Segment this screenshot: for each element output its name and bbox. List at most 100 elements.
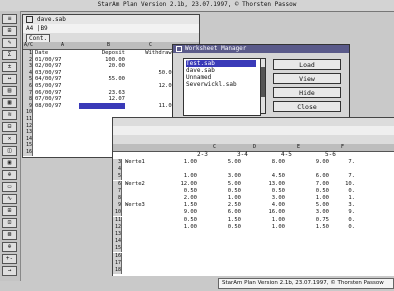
row-label[interactable]: Werte2: [125, 181, 159, 188]
table-cell[interactable]: 1.00: [161, 173, 197, 180]
table-cell[interactable]: 0.50: [161, 217, 197, 224]
table-cell[interactable]: 9.00: [161, 209, 197, 216]
worksheet-list-item[interactable]: Severwickl.sab: [186, 81, 256, 88]
table-cell[interactable]: 6.00: [205, 209, 241, 216]
column-header-a[interactable]: A: [61, 42, 64, 48]
table-cell[interactable]: [293, 245, 329, 252]
row-label[interactable]: [125, 173, 159, 180]
table-cell[interactable]: 0.: [335, 217, 355, 224]
column-header[interactable]: F: [341, 144, 344, 150]
table-cell[interactable]: 12.00: [161, 181, 197, 188]
toolbar-button-13-icon[interactable]: ▣: [2, 158, 17, 168]
table-cell[interactable]: 9.: [335, 209, 355, 216]
row-label[interactable]: Werte3: [125, 202, 159, 209]
sheet2-grid[interactable]: 3 Werte1 1.00 5.00 8.00 9.00 7. 4 5 1.00 3.00 4.50 6…: [113, 159, 394, 276]
table-cell[interactable]: [205, 267, 241, 274]
table-cell[interactable]: 16.00: [249, 209, 285, 216]
table-cell[interactable]: 1.00: [205, 195, 241, 202]
row-label[interactable]: [125, 253, 159, 260]
table-cell[interactable]: 5.00: [293, 202, 329, 209]
table-cell[interactable]: 4.50: [249, 173, 285, 180]
table-cell[interactable]: [335, 238, 355, 245]
row-label[interactable]: [125, 195, 159, 202]
column-header[interactable]: E: [297, 144, 300, 150]
row-number[interactable]: 9: [113, 202, 122, 210]
worksheet-list-item[interactable]: dave.sab: [186, 67, 256, 74]
toolbar-button-5-icon[interactable]: ±: [2, 62, 17, 72]
table-cell[interactable]: [205, 231, 241, 238]
table-cell[interactable]: [335, 245, 355, 252]
row-number[interactable]: 3: [113, 159, 122, 166]
row-number[interactable]: 14: [113, 238, 122, 246]
toolbar-button-9-icon[interactable]: ≋: [2, 110, 17, 120]
row-label[interactable]: [125, 166, 159, 173]
row-number[interactable]: 16: [113, 252, 122, 260]
row-number[interactable]: 5: [113, 173, 122, 181]
table-cell[interactable]: [161, 238, 197, 245]
toolbar-button-4-icon[interactable]: Σ: [2, 50, 17, 60]
table-cell[interactable]: 5.00: [205, 159, 241, 166]
toolbar-button-10-icon[interactable]: ⊟: [2, 122, 17, 132]
table-cell[interactable]: 0.50: [249, 188, 285, 195]
toolbar-button-22-icon[interactable]: →: [2, 266, 17, 276]
row-number[interactable]: 12: [113, 223, 122, 231]
table-cell[interactable]: 0.: [335, 224, 355, 231]
toolbar-button-3-icon[interactable]: ✎: [2, 38, 17, 48]
table-cell[interactable]: [249, 166, 285, 173]
table-cell[interactable]: [293, 260, 329, 267]
table-cell[interactable]: 9.00: [293, 159, 329, 166]
view-button[interactable]: View: [273, 73, 341, 84]
row-number[interactable]: 4: [113, 166, 122, 174]
row-label[interactable]: [125, 231, 159, 238]
table-cell[interactable]: [249, 231, 285, 238]
toolbar-button-6-icon[interactable]: ↔: [2, 74, 17, 84]
table-cell[interactable]: 0.50: [205, 224, 241, 231]
row-number[interactable]: 13: [113, 231, 122, 238]
hide-button[interactable]: Hide: [273, 87, 341, 98]
table-cell[interactable]: 1.50: [205, 217, 241, 224]
table-cell[interactable]: [293, 238, 329, 245]
row-number[interactable]: 18: [113, 267, 122, 274]
table-cell[interactable]: 0.50: [205, 188, 241, 195]
table-cell[interactable]: 1.50: [161, 202, 197, 209]
table-cell[interactable]: 10.: [335, 181, 355, 188]
column-header-b[interactable]: B: [107, 42, 110, 48]
column-header[interactable]: D: [253, 144, 256, 150]
table-cell[interactable]: [335, 166, 355, 173]
table-cell[interactable]: 3.00: [205, 173, 241, 180]
table-cell[interactable]: [161, 245, 197, 252]
toolbar-button-14-icon[interactable]: ⊕: [2, 170, 17, 180]
table-cell[interactable]: [161, 260, 197, 267]
table-cell[interactable]: [205, 238, 241, 245]
row-number[interactable]: 11: [113, 216, 122, 224]
row-label[interactable]: [125, 267, 159, 274]
table-cell[interactable]: 1.00: [161, 159, 197, 166]
table-cell[interactable]: [293, 166, 329, 173]
table-cell[interactable]: 0.50: [161, 188, 197, 195]
row-number[interactable]: 8: [113, 195, 122, 202]
row-label[interactable]: [125, 245, 159, 252]
row-label[interactable]: [125, 238, 159, 245]
corner-cell[interactable]: A/C: [24, 42, 33, 48]
table-cell[interactable]: [249, 253, 285, 260]
toolbar-button-7-icon[interactable]: ▤: [2, 86, 17, 96]
toolbar-button-2-icon[interactable]: ⊞: [2, 26, 17, 36]
table-cell[interactable]: 3.00: [249, 195, 285, 202]
table-cell[interactable]: [335, 267, 355, 274]
worksheet-list[interactable]: Test.sab dave.sab Unnamed Severwickl.sab: [183, 58, 261, 116]
scrollbar-thumb[interactable]: [261, 67, 265, 97]
row-label[interactable]: [125, 224, 159, 231]
row-label[interactable]: Werte1: [125, 159, 159, 166]
toolbar-button-8-icon[interactable]: ▦: [2, 98, 17, 108]
table-cell[interactable]: 0.: [335, 188, 355, 195]
row-label[interactable]: [125, 209, 159, 216]
close-box-icon[interactable]: [26, 16, 33, 23]
table-cell[interactable]: [205, 253, 241, 260]
table-cell[interactable]: 13.00: [249, 181, 285, 188]
table-cell[interactable]: 1.00: [293, 195, 329, 202]
row-number[interactable]: 10: [113, 209, 122, 217]
table-cell[interactable]: 2.00: [161, 195, 197, 202]
table-cell[interactable]: [161, 231, 197, 238]
toolbar-button-19-icon[interactable]: ⊠: [2, 230, 17, 240]
column-header-c[interactable]: C: [149, 42, 152, 48]
